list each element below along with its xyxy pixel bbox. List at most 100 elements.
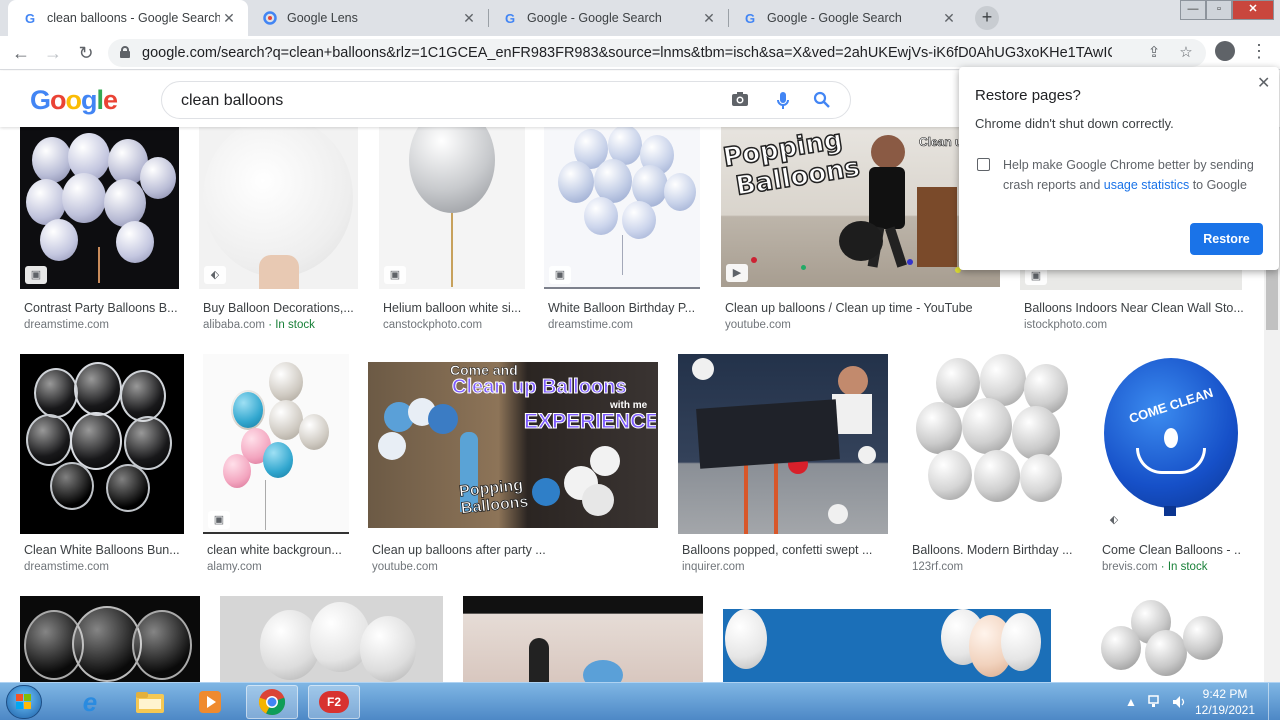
result-caption[interactable]: Come Clean Balloons - ...: [1102, 543, 1242, 557]
camera-search-icon[interactable]: [730, 91, 750, 111]
crash-report-checkbox[interactable]: [977, 158, 990, 171]
result-card[interactable]: ⬖ Buy Balloon Decorations,... alibaba.co…: [199, 127, 359, 337]
result-source[interactable]: dreamstime.com: [548, 319, 633, 331]
result-image[interactable]: ▣: [203, 354, 349, 534]
result-image[interactable]: ▣: [379, 127, 525, 289]
result-source[interactable]: 123rf.com: [912, 561, 963, 573]
result-image[interactable]: [1071, 596, 1244, 682]
result-card[interactable]: Balloons popped, confetti swept ... inqu…: [678, 354, 890, 580]
minimize-button[interactable]: —: [1180, 0, 1206, 20]
result-caption[interactable]: Helium balloon white si...: [383, 301, 525, 315]
close-tab-icon[interactable]: ✕: [460, 10, 478, 27]
start-button[interactable]: [6, 685, 42, 719]
address-bar[interactable]: google.com/search?q=clean+balloons&rlz=1…: [108, 39, 1206, 67]
result-source[interactable]: dreamstime.com: [24, 319, 109, 331]
result-image[interactable]: [723, 609, 1051, 682]
close-tab-icon[interactable]: ✕: [940, 10, 958, 27]
reload-icon[interactable]: ↻: [74, 41, 98, 65]
share-icon[interactable]: ⇪: [1144, 43, 1164, 63]
usage-statistics-link[interactable]: usage statistics: [1104, 178, 1189, 192]
result-card[interactable]: Balloons. Modern Birthday ... 123rf.com: [908, 354, 1080, 580]
forward-icon[interactable]: →: [41, 41, 65, 65]
folder-icon: [136, 692, 164, 713]
result-image[interactable]: COME CLEAN ⬖: [1098, 354, 1244, 534]
result-source[interactable]: youtube.com: [372, 561, 438, 573]
result-image[interactable]: [220, 596, 443, 682]
result-source[interactable]: alamy.com: [207, 561, 262, 573]
system-clock[interactable]: 9:42 PM 12/19/2021: [1190, 686, 1260, 718]
result-card[interactable]: ▣ Contrast Party Balloons B... dreamstim…: [20, 127, 180, 337]
result-caption[interactable]: Buy Balloon Decorations,...: [203, 301, 359, 315]
result-image[interactable]: [908, 354, 1078, 534]
close-tab-icon[interactable]: ✕: [700, 10, 718, 27]
maximize-button[interactable]: ▫: [1206, 0, 1232, 20]
f2-app-taskbar-button[interactable]: F2: [308, 685, 360, 719]
new-tab-button[interactable]: +: [975, 6, 999, 30]
google-logo[interactable]: Google: [30, 85, 118, 116]
tab-clean-balloons[interactable]: G clean balloons - Google Search ✕: [8, 0, 248, 36]
back-icon[interactable]: ←: [9, 41, 33, 65]
result-card[interactable]: Clean White Balloons Bun... dreamstime.c…: [20, 354, 184, 580]
restore-button[interactable]: Restore: [1190, 223, 1263, 255]
result-card[interactable]: ▣ Helium balloon white si... canstockpho…: [379, 127, 525, 337]
result-source[interactable]: canstockphoto.com: [383, 319, 482, 331]
play-video-icon: ▶: [726, 264, 748, 282]
result-image[interactable]: [20, 596, 200, 682]
result-source[interactable]: istockphoto.com: [1024, 319, 1107, 331]
tab-google-search-1[interactable]: G Google - Google Search ✕: [488, 0, 728, 36]
result-video-thumbnail[interactable]: Come and Clean up Balloons with me EXPER…: [368, 362, 658, 528]
result-caption[interactable]: Balloons popped, confetti swept ...: [682, 543, 888, 557]
close-tab-icon[interactable]: ✕: [220, 10, 238, 27]
result-caption[interactable]: Clean up balloons after party ...: [372, 543, 658, 557]
result-source[interactable]: dreamstime.com: [24, 561, 109, 573]
tab-google-lens[interactable]: Google Lens ✕: [248, 0, 488, 36]
thumbnail-overlay-text: Popping Balloons: [721, 127, 863, 203]
image-badge-icon: ▣: [384, 266, 406, 284]
result-source[interactable]: alibaba.com · In stock: [203, 319, 315, 331]
media-player-icon: [199, 691, 221, 713]
bookmark-star-icon[interactable]: ☆: [1176, 43, 1196, 63]
search-query[interactable]: clean balloons: [181, 92, 283, 110]
result-image[interactable]: [463, 596, 703, 682]
result-caption[interactable]: clean white backgroun...: [207, 543, 347, 557]
chrome-taskbar-button[interactable]: [246, 685, 298, 719]
network-icon[interactable]: [1148, 695, 1162, 709]
microphone-icon[interactable]: [773, 91, 793, 111]
result-caption[interactable]: Clean up balloons / Clean up time - YouT…: [725, 301, 1001, 315]
result-image[interactable]: ▣: [20, 127, 179, 289]
result-caption[interactable]: Clean White Balloons Bun...: [24, 543, 182, 557]
result-card[interactable]: ▣ White Balloon Birthday P... dreamstime…: [544, 127, 700, 337]
show-hidden-icons[interactable]: ▲: [1124, 695, 1138, 709]
screen: { "browser": { "tabs": [ {"title": "clea…: [0, 0, 1280, 720]
result-image[interactable]: [20, 354, 184, 534]
tab-google-search-2[interactable]: G Google - Google Search ✕: [728, 0, 968, 36]
chrome-icon: [258, 689, 286, 716]
search-icon[interactable]: [812, 91, 832, 111]
result-image[interactable]: [678, 354, 888, 534]
result-caption[interactable]: Balloons Indoors Near Clean Wall Sto...: [1024, 301, 1244, 315]
close-dialog-icon[interactable]: ✕: [1257, 73, 1270, 93]
result-caption[interactable]: White Balloon Birthday P...: [548, 301, 700, 315]
result-source[interactable]: brevis.com · In stock: [1102, 561, 1207, 573]
show-desktop-button[interactable]: [1268, 683, 1280, 720]
f2-app-icon: F2: [319, 691, 349, 713]
result-caption[interactable]: Balloons. Modern Birthday ...: [912, 543, 1078, 557]
media-player-taskbar-button[interactable]: [184, 685, 236, 719]
search-input[interactable]: clean balloons: [161, 81, 851, 119]
result-caption[interactable]: Contrast Party Balloons B...: [24, 301, 180, 315]
file-explorer-taskbar-button[interactable]: [124, 685, 176, 719]
clock-date: 12/19/2021: [1194, 703, 1256, 717]
result-card[interactable]: COME CLEAN ⬖ Come Clean Balloons - ... b…: [1098, 354, 1244, 580]
volume-icon[interactable]: [1172, 695, 1186, 709]
close-window-button[interactable]: ✕: [1232, 0, 1274, 20]
profile-avatar-icon[interactable]: [1215, 41, 1235, 61]
result-source[interactable]: inquirer.com: [682, 561, 745, 573]
internet-explorer-taskbar-button[interactable]: e: [64, 685, 116, 719]
result-card[interactable]: Come and Clean up Balloons with me EXPER…: [368, 354, 660, 580]
result-card[interactable]: ▣ clean white backgroun... alamy.com: [203, 354, 349, 580]
result-source[interactable]: youtube.com: [725, 319, 791, 331]
url-text[interactable]: google.com/search?q=clean+balloons&rlz=1…: [142, 45, 1112, 61]
result-image[interactable]: ⬖: [199, 127, 358, 289]
chrome-menu-icon[interactable]: ⋮: [1250, 40, 1268, 62]
result-image[interactable]: ▣: [544, 127, 700, 289]
